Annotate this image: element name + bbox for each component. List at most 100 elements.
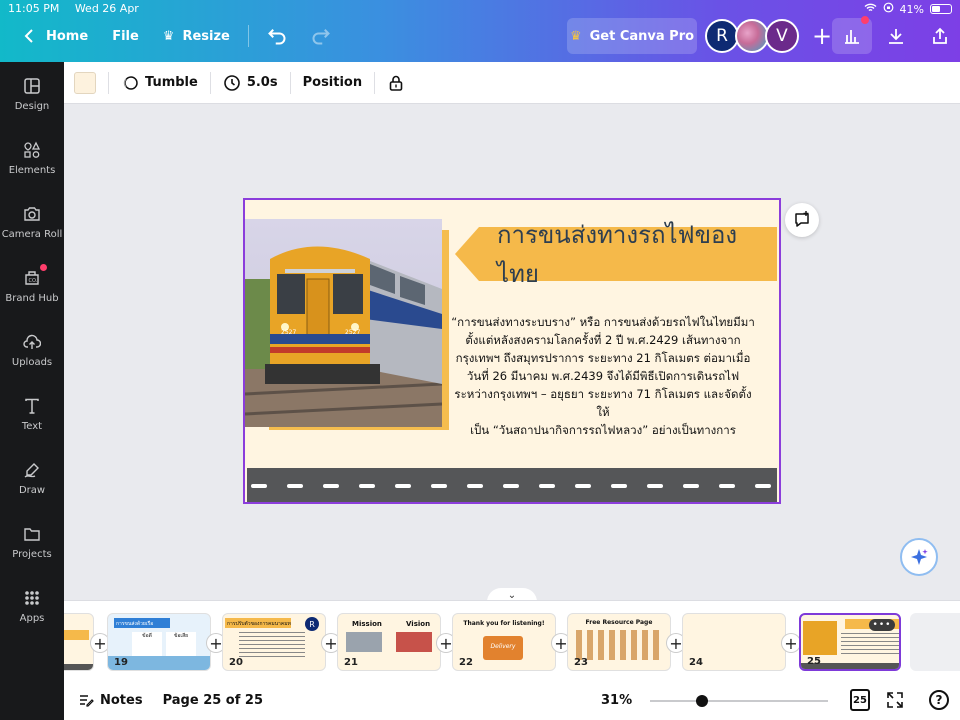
status-bar: 11:05 PM Wed 26 Apr 41% [8,2,952,16]
avatar[interactable]: R [705,19,739,53]
road-dash [647,484,663,488]
thumb-graphic [396,632,432,652]
sidebar-item-label: Apps [19,612,45,624]
body-line: “การขนส่งทางระบบราง” หรือ การขนส่งด้วยรถ… [451,315,755,329]
thumb-graphic [576,630,664,660]
undo-button[interactable] [255,18,299,54]
thumb-caption: Thank you for listening! [463,620,545,627]
share-button[interactable] [920,18,960,54]
page-indicator[interactable]: Page 25 of 25 [163,693,263,708]
page-thumbnail[interactable]: Free Resource Page 23 [567,613,671,671]
more-options-button[interactable]: ••• [869,619,895,631]
sparkle-icon [911,549,928,565]
road-dash [503,484,519,488]
notes-label: Notes [100,692,143,708]
sidebar-item-label: Text [21,420,43,432]
sidebar-item-elements[interactable]: Elements [0,126,64,190]
thumb-caption: Vision [406,620,431,628]
page-thumbnail-active[interactable]: ••• 25 [799,613,901,671]
magic-assistant-button[interactable] [900,538,938,576]
add-page-button[interactable]: + [782,634,800,653]
fullscreen-icon[interactable] [886,691,904,709]
thumb-graphic [803,621,837,655]
sidebar-item-label: Camera Roll [1,228,63,240]
add-comment-button[interactable] [785,203,819,237]
background-color-swatch[interactable] [74,71,96,94]
road-dash [719,484,735,488]
duration-button[interactable]: 5.0s [223,74,278,92]
svg-text:CO.: CO. [29,278,38,284]
train-number-label: 2527 [345,329,360,336]
file-button[interactable]: File [100,18,151,54]
page-grid-button[interactable]: 25 [850,689,870,711]
page-thumbnail[interactable] [64,613,94,671]
sidebar-item-projects[interactable]: Projects [0,510,64,574]
road-dash [395,484,411,488]
page-thumbnail[interactable]: การขนส่งด้วยเรือ ข้อดี ข้อเสีย 19 [107,613,211,671]
page-filmstrip: + การขนส่งด้วยเรือ ข้อดี ข้อเสีย 19 + กา… [64,600,960,680]
slide-canvas[interactable]: 2527 2527 การขนส่งทางรถไฟของไทย “การขนส่… [243,198,781,504]
page-thumbnail[interactable]: Thank you for listening! Delivery 22 [452,613,556,671]
sidebar-item-camera-roll[interactable]: Camera Roll [0,190,64,254]
notes-icon [80,695,94,707]
thumb-caption: การปรับตัวของการคมนาคมทางบก [225,618,291,628]
page-number: 23 [574,657,588,668]
notification-dot [861,16,869,24]
animation-button[interactable]: Tumble [121,74,198,92]
position-button[interactable]: Position [303,75,363,90]
notification-dot [40,264,47,271]
download-button[interactable] [876,18,916,54]
chevron-left-icon [24,29,33,43]
bottom-bar: Notes Page 25 of 25 31% 25 ? [64,680,960,720]
sidebar-item-brand-hub[interactable]: CO. Brand Hub [0,254,64,318]
status-date: Wed 26 Apr [74,2,139,15]
clock-icon [224,74,240,91]
sidebar-item-design[interactable]: Design [0,62,64,126]
road-dash [431,484,447,488]
redo-button[interactable] [299,18,343,54]
get-canva-pro-button[interactable]: ♛ Get Canva Pro [567,18,697,54]
crown-icon: ♛ [162,28,175,44]
sidebar-item-apps[interactable]: Apps [0,574,64,638]
lock-button[interactable] [387,74,405,92]
zoom-slider[interactable] [650,695,828,707]
train-number-label: 2527 [281,329,296,336]
road-dash [539,484,555,488]
animation-label: Tumble [145,75,198,90]
insights-button[interactable] [832,16,872,54]
road-dash [611,484,627,488]
sidebar-item-text[interactable]: Text [0,382,64,446]
notes-button[interactable]: Notes [78,692,143,708]
resize-label: Resize [182,28,230,44]
text-icon [25,398,39,414]
road-graphic[interactable] [247,468,777,502]
avatar[interactable] [735,19,769,53]
sidebar-item-uploads[interactable]: Uploads [0,318,64,382]
train-photo[interactable]: 2527 2527 [245,219,442,427]
zoom-slider-handle[interactable] [695,695,708,707]
sidebar-item-draw[interactable]: Draw [0,446,64,510]
download-icon [889,29,903,44]
add-new-page-button[interactable] [910,613,960,671]
page-number: 25 [807,656,821,667]
page-number: 24 [689,657,703,668]
position-label: Position [302,75,363,90]
avatar[interactable]: V [765,19,799,53]
layout-icon [24,77,40,94]
resize-button[interactable]: ♛ Resize [151,18,242,54]
thumb-caption: Free Resource Page [585,619,653,626]
slide-body-text[interactable]: “การขนส่งทางระบบราง” หรือ การขนส่งด้วยรถ… [448,313,758,439]
page-thumbnail[interactable]: 24 [682,613,786,671]
body-line: ระหว่างกรุงเทพฯ – อยุธยา ระยะทาง 71 กิโล… [454,387,752,419]
page-thumbnail[interactable]: การปรับตัวของการคมนาคมทางบก R 20 [222,613,326,671]
help-button[interactable]: ? [929,690,949,710]
comment-plus-icon [795,211,809,227]
road-dash [575,484,591,488]
home-button[interactable]: Home [10,18,100,54]
home-label: Home [46,28,89,44]
page-thumbnail[interactable]: Mission Vision 21 [337,613,441,671]
sidebar-item-label: Design [14,100,50,112]
title-banner[interactable]: การขนส่งทางรถไฟของไทย [455,221,777,288]
thumb-graphic [239,632,305,660]
zoom-level[interactable]: 31% [601,693,632,708]
